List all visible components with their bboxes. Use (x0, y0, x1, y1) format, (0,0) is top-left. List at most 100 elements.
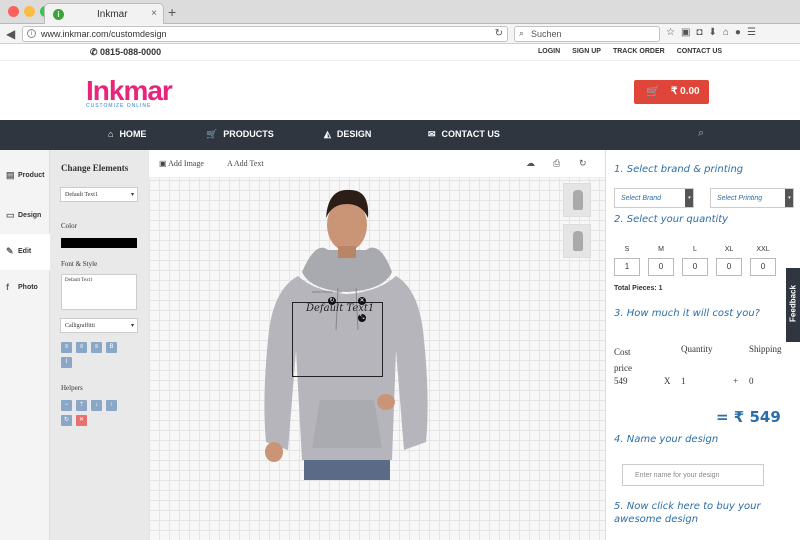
design-text[interactable]: Default Text1 (306, 303, 374, 314)
size-m: M0 (648, 246, 674, 276)
chevron-down-icon: ▾ (130, 192, 134, 198)
align-right-icon[interactable]: ≡ (91, 342, 102, 353)
search-icon: ⌕ (519, 28, 525, 38)
text-input[interactable]: Default Text1 (61, 274, 137, 310)
bring-forward-icon[interactable]: ⇡ (76, 400, 87, 411)
tab-photo[interactable]: f Photo (0, 270, 50, 306)
step-1-heading: 1. Select brand & printing (614, 164, 744, 175)
add-image-button[interactable]: ▣ Add Image (159, 159, 204, 168)
refresh-icon[interactable]: ↻ (61, 415, 72, 426)
step-4-heading: 4. Name your design (614, 434, 719, 445)
brand-select[interactable]: Select Brand ▾ (614, 188, 694, 208)
minus-icon[interactable]: − (61, 400, 72, 411)
rotate-handle-icon[interactable]: ↻ (328, 297, 336, 305)
size-label: XXL (756, 246, 770, 253)
extension-icon[interactable]: ● (735, 27, 741, 38)
design-name-input[interactable]: Enter name for your design (622, 464, 764, 486)
align-center-icon[interactable]: ≡ (76, 342, 87, 353)
cart-button[interactable]: 🛒 ₹ 0.00 (634, 80, 709, 104)
upload-cloud-icon[interactable]: ☁ (526, 158, 535, 169)
color-label: Color (61, 222, 77, 230)
quantity-input[interactable]: 0 (716, 258, 742, 276)
facebook-icon: f (6, 282, 9, 292)
quantity-input[interactable]: 0 (682, 258, 708, 276)
front-view-thumb[interactable] (563, 183, 591, 217)
nav-products[interactable]: 🛒 PRODUCTS (206, 129, 274, 140)
clipboard-icon[interactable]: ▣ (681, 27, 690, 38)
design-name-placeholder: Enter name for your design (635, 472, 720, 479)
close-window-button[interactable] (8, 6, 19, 17)
tab-close-icon[interactable]: × (151, 8, 157, 19)
add-text-button[interactable]: A Add Text (227, 159, 264, 168)
quantity-input[interactable]: 0 (750, 258, 776, 276)
quantity-input[interactable]: 1 (614, 258, 640, 276)
size-xl: XL 0 (716, 246, 742, 276)
refresh-icon[interactable]: ↻ (579, 158, 587, 169)
cost-price-label: Cost price (614, 347, 632, 373)
buy-design-link[interactable]: 5. Now click here to buy your awesome de… (614, 500, 784, 526)
browser-tabbar: i Inkmar × + (0, 0, 800, 24)
align-left-icon[interactable]: ≡ (61, 342, 72, 353)
font-select[interactable]: Calligraffitti ▾ (60, 318, 138, 333)
size-quantities: S1 M0 L0 XL 0 XXL 0 (614, 246, 776, 276)
site-info-icon[interactable]: i (27, 29, 36, 38)
brand-select-value: Select Brand (621, 195, 662, 202)
track-order-link[interactable]: TRACK ORDER (613, 48, 665, 55)
shipping-label: Shipping (749, 344, 782, 354)
design-icon: ◭ (324, 129, 331, 139)
print-icon[interactable]: ⎙ (553, 158, 560, 169)
login-link[interactable]: LOGIN (538, 48, 560, 55)
element-select[interactable]: Default Text1 ▾ (60, 187, 138, 202)
back-view-thumb[interactable] (563, 224, 591, 258)
phone-text: 0815-088-0000 (100, 47, 162, 57)
nav-contact[interactable]: ✉ CONTACT US (428, 129, 500, 140)
cart-amount: ₹ 0.00 (671, 86, 700, 97)
quantity-input[interactable]: 0 (648, 258, 674, 276)
tab-photo-label: Photo (18, 284, 38, 291)
phone-number: ✆ 0815-088-0000 (90, 47, 162, 57)
pocket-icon[interactable]: ◘ (696, 27, 702, 38)
tab-design[interactable]: ▭ Design (0, 198, 50, 234)
download-icon[interactable]: ⬇ (708, 27, 716, 38)
contact-us-link[interactable]: CONTACT US (677, 48, 722, 55)
signup-link[interactable]: SIGN UP (572, 48, 601, 55)
url-bar[interactable]: i www.inkmar.com/customdesign ↻ (22, 26, 508, 42)
browser-tab[interactable]: i Inkmar × (44, 3, 164, 24)
quantity-label: Quantity (681, 344, 713, 354)
shipping-value: 0 (749, 376, 754, 386)
resize-handle-icon[interactable]: ⤡ (358, 314, 366, 322)
feedback-button[interactable]: Feedback (786, 268, 800, 342)
new-tab-button[interactable]: + (168, 4, 176, 20)
remove-handle-icon[interactable]: ✕ (358, 297, 366, 305)
grand-total: = ₹ 549 (716, 408, 781, 426)
times-sign: X (664, 376, 671, 386)
browser-search-input[interactable]: ⌕ Suchen (514, 26, 660, 42)
nav-home[interactable]: ⌂ HOME (108, 129, 146, 139)
cart-icon: 🛒 (206, 129, 218, 139)
tab-product-label: Product (18, 172, 45, 179)
tab-design-label: Design (18, 212, 42, 219)
back-icon[interactable]: ◀ (6, 27, 15, 41)
plus-sign: + (733, 376, 739, 386)
logo[interactable]: Inkmar CUSTOMIZE ONLINE (86, 75, 173, 109)
tab-edit[interactable]: ✎ Edit (0, 234, 50, 270)
arrow-down-icon[interactable]: ↓ (91, 400, 102, 411)
helpers-label: Helpers (61, 384, 83, 392)
search-icon[interactable]: ⌕ (698, 127, 704, 140)
delete-icon[interactable]: ✕ (76, 415, 87, 426)
arrow-up-icon[interactable]: ↑ (106, 400, 117, 411)
star-icon[interactable]: ☆ (666, 27, 675, 38)
reload-icon[interactable]: ↻ (495, 28, 503, 39)
nav-design[interactable]: ◭ DESIGN (324, 129, 371, 140)
bold-icon[interactable]: B (106, 342, 117, 353)
menu-icon[interactable]: ☰ (747, 27, 756, 38)
minimize-window-button[interactable] (24, 6, 35, 17)
home-icon[interactable]: ⌂ (723, 27, 729, 38)
size-label: XL (724, 246, 734, 253)
color-swatch[interactable] (61, 238, 137, 248)
chevron-down-icon: ▾ (785, 189, 793, 207)
printing-select[interactable]: Select Printing ▾ (710, 188, 794, 208)
italic-icon[interactable]: I (61, 357, 72, 368)
cart-icon: 🛒 (646, 86, 660, 98)
tab-product[interactable]: ▤ Product (0, 158, 50, 194)
